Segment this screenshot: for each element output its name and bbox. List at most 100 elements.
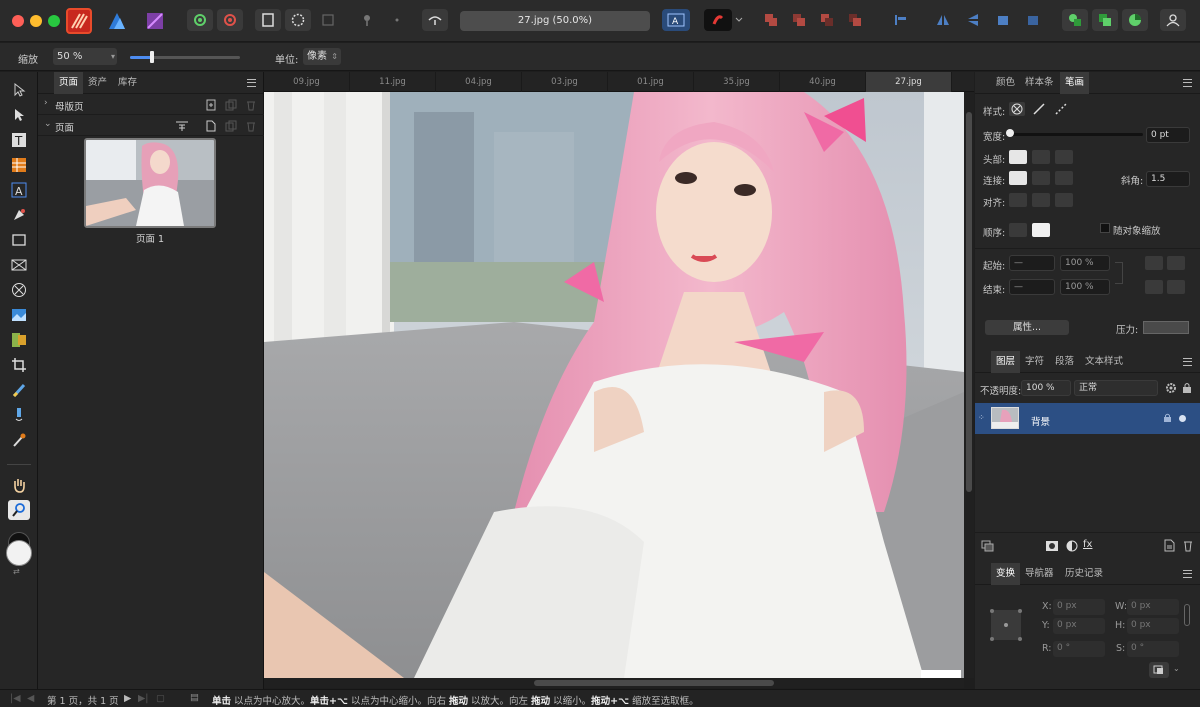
pie-icon[interactable] [1122, 9, 1148, 31]
table-tool-icon[interactable] [8, 155, 30, 175]
boolean-subtract-icon[interactable] [786, 9, 812, 31]
refine-selection-icon[interactable] [315, 9, 341, 31]
x-field[interactable]: 0 px [1053, 599, 1105, 615]
hand-tool-icon[interactable] [8, 475, 30, 495]
no-stroke-icon[interactable] [1009, 102, 1025, 116]
tab-stock[interactable]: 库存 [113, 72, 142, 94]
h-field[interactable]: 0 px [1127, 618, 1179, 634]
tab-layers[interactable]: 图层 [991, 351, 1021, 373]
gear-icon[interactable] [1165, 382, 1177, 394]
rotate-right-icon[interactable] [1020, 9, 1046, 31]
master-pages-row[interactable]: › 母版页 [38, 95, 264, 115]
layer-lock-icon[interactable] [1163, 413, 1172, 423]
arrow-inside-icon[interactable] [1145, 280, 1163, 294]
swap-colors-icon[interactable]: ⇄ [13, 567, 20, 576]
transform-options-icon[interactable] [1149, 662, 1169, 678]
snapshot-icon[interactable] [1062, 9, 1088, 31]
anchor-point-icon[interactable] [989, 608, 1023, 642]
round-join-icon[interactable] [1032, 171, 1050, 185]
close-window-button[interactable] [12, 15, 24, 27]
tab-text-styles[interactable]: 文本样式 [1080, 351, 1128, 373]
tab-transform[interactable]: 变换 [991, 563, 1021, 585]
boolean-intersect-icon[interactable] [814, 9, 840, 31]
chevron-right-icon[interactable]: › [44, 98, 48, 108]
page-thumbnail[interactable] [84, 138, 216, 228]
doc-tab[interactable]: 01.jpg [608, 72, 694, 92]
layer-row-background[interactable]: ⁘ 背景 [975, 403, 1200, 434]
quick-mask-icon[interactable] [285, 9, 311, 31]
tab-color[interactable]: 颜色 [991, 72, 1020, 94]
vertical-scrollbar[interactable] [964, 92, 974, 678]
arrange-icon[interactable] [1092, 9, 1118, 31]
solid-line-icon[interactable] [1031, 102, 1047, 116]
butt-cap-icon[interactable] [1009, 150, 1027, 164]
swap-arrows-icon[interactable] [1145, 256, 1163, 270]
tab-pages[interactable]: 页面 [54, 72, 84, 94]
bevel-join-icon[interactable] [1055, 171, 1073, 185]
rectangle-tool-icon[interactable] [8, 230, 30, 250]
crop-tool-icon[interactable] [8, 355, 30, 375]
previous-page-icon[interactable]: ◀ [27, 693, 34, 704]
doc-tab[interactable]: 11.jpg [350, 72, 436, 92]
artistic-text-tool-icon[interactable]: T [8, 130, 30, 150]
link-dimensions-icon[interactable] [1184, 604, 1190, 626]
boolean-xor-icon[interactable] [842, 9, 868, 31]
properties-button[interactable]: 属性... [985, 320, 1069, 335]
width-field[interactable]: 0 pt [1146, 127, 1190, 143]
color-picker-icon[interactable] [704, 9, 732, 31]
frame-text-tool-icon[interactable]: A [8, 180, 30, 200]
doc-tab[interactable]: 04.jpg [436, 72, 522, 92]
scale-with-object-checkbox[interactable] [1100, 223, 1110, 233]
lock-icon[interactable] [1182, 382, 1192, 394]
align-icon[interactable] [888, 9, 914, 31]
fx-icon[interactable]: fx [1083, 539, 1092, 550]
doc-tab-active[interactable]: 27.jpg [866, 72, 952, 92]
pin-icon[interactable] [354, 9, 380, 31]
horizontal-scroll-thumb[interactable] [534, 680, 774, 686]
width-slider-handle[interactable] [1006, 129, 1014, 137]
adjustment-icon[interactable] [1065, 540, 1079, 552]
add-page-icon[interactable] [205, 120, 217, 132]
sync-settings-icon[interactable] [187, 9, 213, 31]
delete-page-icon[interactable] [245, 120, 257, 132]
add-layer-icon[interactable] [1163, 539, 1175, 552]
minimize-window-button[interactable] [30, 15, 42, 27]
pen-tool-icon[interactable] [8, 205, 30, 225]
doc-tab[interactable]: 40.jpg [780, 72, 866, 92]
align-center-icon[interactable] [1009, 193, 1027, 207]
boolean-add-icon[interactable] [758, 9, 784, 31]
doc-tab[interactable]: 09.jpg [264, 72, 350, 92]
page-options-icon[interactable] [175, 120, 189, 132]
tab-swatches[interactable]: 样本条 [1020, 72, 1059, 94]
round-cap-icon[interactable] [1032, 150, 1050, 164]
tab-character[interactable]: 字符 [1020, 351, 1049, 373]
arrow-align-icon[interactable] [1167, 256, 1185, 270]
pencil-tool-icon[interactable] [8, 405, 30, 425]
flip-vertical-icon[interactable] [960, 9, 986, 31]
zoom-tool-icon[interactable] [8, 500, 30, 520]
zoom-slider-handle[interactable] [150, 51, 154, 63]
selection-mode-icon[interactable] [255, 9, 281, 31]
doc-tab[interactable]: 35.jpg [694, 72, 780, 92]
y-field[interactable]: 0 px [1053, 618, 1105, 634]
shear-field[interactable]: 0 ° [1127, 641, 1179, 657]
liquify-persona-icon[interactable] [104, 8, 130, 34]
mask-icon[interactable] [1045, 540, 1059, 552]
move-tool-icon[interactable] [8, 80, 30, 100]
brush-tool-icon[interactable] [8, 380, 30, 400]
miter-field[interactable]: 1.5 [1146, 171, 1190, 187]
zoom-window-button[interactable] [48, 15, 60, 27]
layer-visibility-dot[interactable] [1179, 415, 1186, 422]
picture-frame-icon[interactable] [8, 255, 30, 275]
node-tool-icon[interactable] [8, 105, 30, 125]
tab-stroke[interactable]: 笔画 [1060, 72, 1090, 94]
stroke-front-icon[interactable] [1032, 223, 1050, 237]
start-scale-field[interactable]: 100 % [1060, 255, 1110, 271]
chevron-down-icon[interactable]: ⌄ [1173, 664, 1180, 673]
horizontal-scrollbar[interactable] [264, 678, 964, 688]
panel-menu-icon[interactable] [1183, 358, 1192, 366]
delete-icon[interactable] [245, 99, 257, 111]
arrow-outside-icon[interactable] [1167, 280, 1185, 294]
rotation-field[interactable]: 0 ° [1053, 641, 1105, 657]
panel-menu-icon[interactable] [1183, 570, 1192, 578]
